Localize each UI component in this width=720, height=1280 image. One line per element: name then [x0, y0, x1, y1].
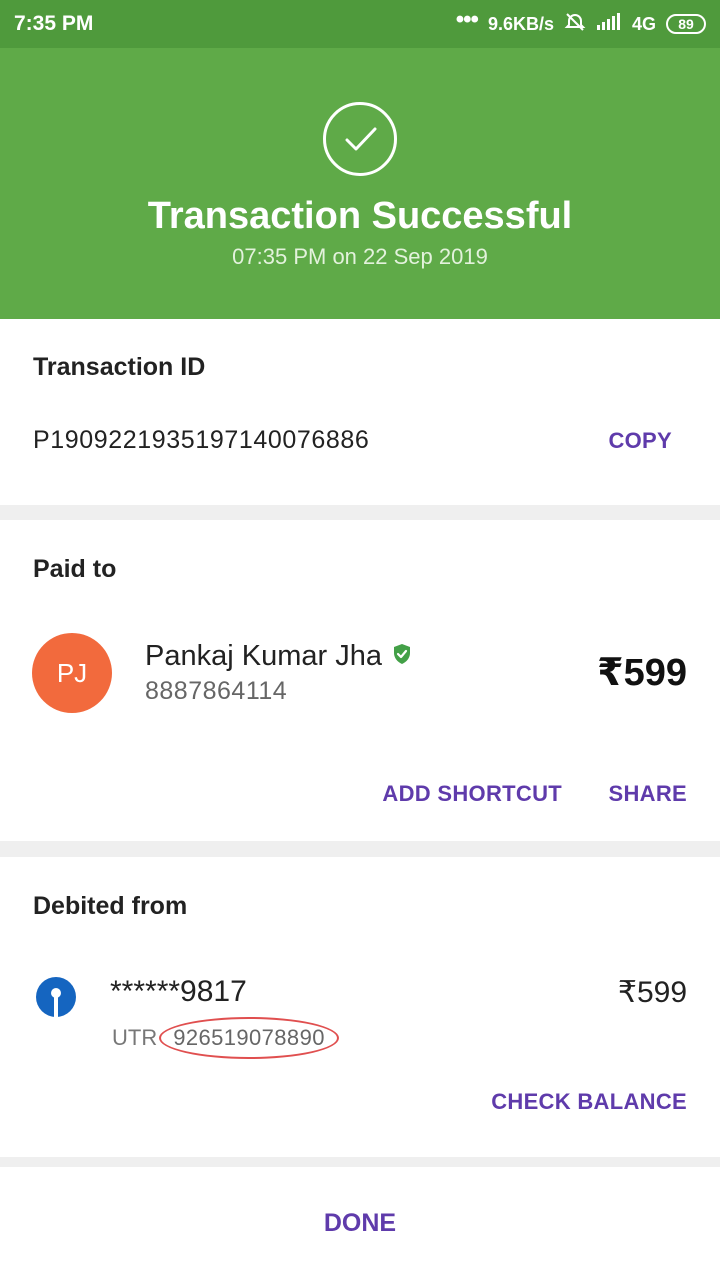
network-type: 4G — [631, 13, 656, 34]
status-icons: ••• 9.6KB/s 4G 89 — [455, 6, 706, 38]
bank-logo-icon — [36, 977, 76, 1017]
network-speed: 9.6KB/s — [487, 13, 554, 34]
utr-label: UTR — [112, 1025, 158, 1050]
transaction-status-title: Transaction Successful — [147, 195, 573, 237]
share-button[interactable]: SHARE — [608, 781, 687, 807]
status-bar: 7:35 PM ••• 9.6KB/s 4G 89 — [0, 0, 720, 48]
debited-from-card: Debited from ******9817 UTR 926519078890… — [0, 857, 720, 1157]
transaction-id-card: Transaction ID P1909221935197140076886 C… — [0, 319, 720, 505]
transaction-datetime: 07:35 PM on 22 Sep 2019 — [232, 244, 488, 269]
payee-avatar: PJ — [32, 633, 112, 713]
verified-shield-icon — [392, 643, 412, 670]
payee-name: Pankaj Kumar Jha — [145, 640, 382, 672]
bottom-bar: DONE — [0, 1167, 720, 1280]
payee-phone: 8887864114 — [145, 677, 288, 705]
more-notifications-icon: ••• — [455, 6, 479, 33]
check-balance-button[interactable]: CHECK BALANCE — [491, 1089, 687, 1115]
copy-button[interactable]: COPY — [608, 428, 672, 454]
alarm-off-icon — [564, 11, 586, 38]
account-number: ******9817 — [110, 975, 247, 1008]
paid-amount: ₹599 — [597, 652, 687, 694]
utr-row: UTR 926519078890 — [112, 1017, 339, 1059]
payee-name-row: Pankaj Kumar Jha — [145, 640, 412, 673]
transaction-id-label: Transaction ID — [33, 353, 206, 381]
battery-icon: 89 — [666, 14, 706, 34]
done-button[interactable]: DONE — [324, 1209, 396, 1238]
transaction-id-value: P1909221935197140076886 — [33, 426, 370, 454]
utr-value: 926519078890 — [159, 1017, 339, 1059]
status-time: 7:35 PM — [14, 12, 94, 35]
success-header: Transaction Successful 07:35 PM on 22 Se… — [0, 48, 720, 319]
debited-from-label: Debited from — [33, 892, 188, 920]
debited-amount: ₹599 — [617, 976, 687, 1009]
success-check-icon — [323, 102, 397, 176]
paid-to-card: Paid to PJ Pankaj Kumar Jha 8887864114 ₹… — [0, 520, 720, 841]
paid-to-label: Paid to — [33, 555, 117, 583]
signal-icon — [596, 12, 622, 36]
add-shortcut-button[interactable]: ADD SHORTCUT — [382, 781, 562, 807]
